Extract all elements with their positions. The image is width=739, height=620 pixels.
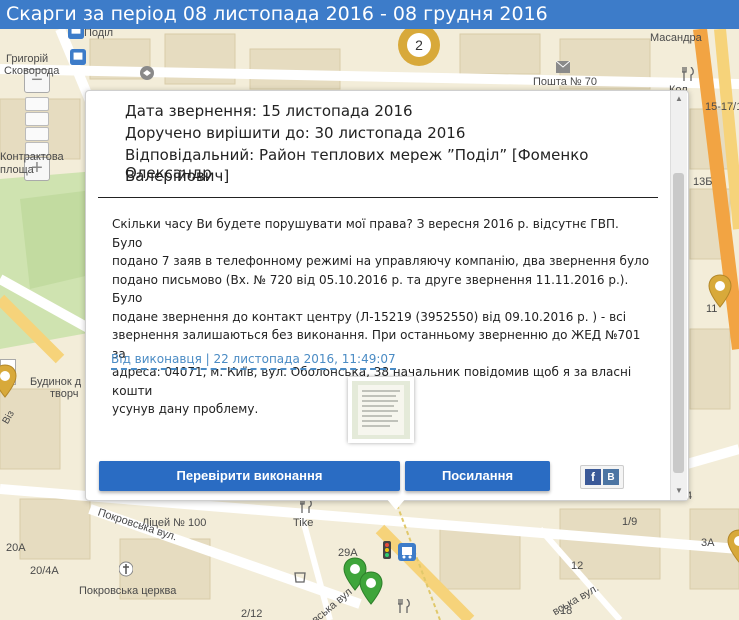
restaurant-icon (300, 499, 312, 513)
zoom-level-bar[interactable] (25, 127, 49, 141)
map-label: 15-17/18 (705, 101, 739, 113)
divider (98, 197, 658, 198)
page-title: Скарги за період 08 листопада 2016 - 08 … (0, 0, 739, 29)
complaint-pin-gold-icon[interactable] (0, 364, 18, 398)
map-label: Пошта № 70 (533, 76, 598, 88)
facebook-share-icon[interactable]: f (585, 469, 601, 485)
share-buttons: f B (580, 465, 624, 489)
map-label: 2/12 (241, 608, 263, 620)
map-label: Покровська церква (79, 585, 177, 597)
map-label: 13Б (693, 176, 713, 188)
map-label: Масандра (650, 32, 702, 44)
cluster-count: 2 (407, 33, 431, 57)
map-label: Tike (293, 517, 314, 529)
map-label: 1/9 (622, 516, 638, 528)
scroll-down-arrow-icon[interactable]: ▼ (671, 483, 687, 499)
restaurant-icon (398, 599, 410, 613)
executor-response-link[interactable]: Від виконавця | 22 листопада 2016, 11:49… (111, 352, 396, 370)
complaint-pin-green-icon[interactable] (358, 571, 384, 605)
complaint-pin-gold-icon[interactable] (707, 274, 733, 308)
map-label: Григорій (6, 53, 49, 65)
scroll-up-arrow-icon[interactable]: ▲ (671, 91, 687, 107)
map-label: площа (0, 164, 34, 176)
restaurant-icon (682, 67, 694, 81)
map-label: 12 (571, 560, 584, 572)
complaint-due-date: Доручено вирішити до: 30 листопада 2016 (125, 124, 466, 142)
map-label: Сковорода (4, 65, 60, 77)
document-image-icon (352, 381, 410, 439)
zoom-level-bar[interactable] (25, 97, 49, 111)
shop-icon (294, 572, 306, 583)
bus-stop-icon (70, 49, 86, 65)
check-execution-button[interactable]: Перевірити виконання (99, 461, 400, 491)
map-label: 20А (6, 542, 26, 554)
map-label: Поділ (84, 29, 114, 39)
traffic-light-icon (383, 541, 391, 559)
attachment-thumbnail[interactable] (348, 377, 414, 443)
complaint-date: Дата звернення: 15 листопада 2016 (125, 102, 413, 120)
popup-content: Дата звернення: 15 листопада 2016 Доруче… (86, 91, 668, 500)
zoom-level-bar[interactable] (25, 112, 49, 126)
complaint-responsible-cont: Валерійович] (125, 167, 230, 185)
link-button[interactable]: Посилання (405, 461, 550, 491)
post-office-icon (556, 61, 570, 73)
complaint-text-line: подано 7 заяв в телефонному режимі на уп… (112, 254, 650, 268)
complaint-popup: Дата звернення: 15 листопада 2016 Доруче… (85, 90, 689, 510)
map-label: Будинок д (30, 376, 82, 388)
church-icon (119, 561, 133, 577)
complaint-pin-gold-icon[interactable] (726, 529, 739, 563)
school-icon (140, 66, 154, 80)
map-label: 20/4А (30, 565, 59, 577)
bus-stop-icon (68, 29, 84, 39)
bus-stop-icon (398, 543, 416, 561)
complaint-text-line: Скільки часу Ви будете порушувати мої пр… (112, 217, 619, 250)
complaint-text-line: подане звернення до контакт центру (Л-15… (112, 309, 627, 324)
vkontakte-share-icon[interactable]: B (603, 469, 619, 485)
popup-pointer (386, 498, 406, 510)
map-label: Контрактова (0, 151, 64, 163)
complaint-text-line: подано письмово (Вх. № 720 від 05.10.201… (112, 272, 629, 306)
map-label: творч (50, 388, 79, 400)
popup-scrollbar[interactable]: ▲ ▼ (670, 91, 687, 500)
scrollbar-thumb[interactable] (673, 173, 684, 473)
map-label: 3А (701, 537, 715, 549)
